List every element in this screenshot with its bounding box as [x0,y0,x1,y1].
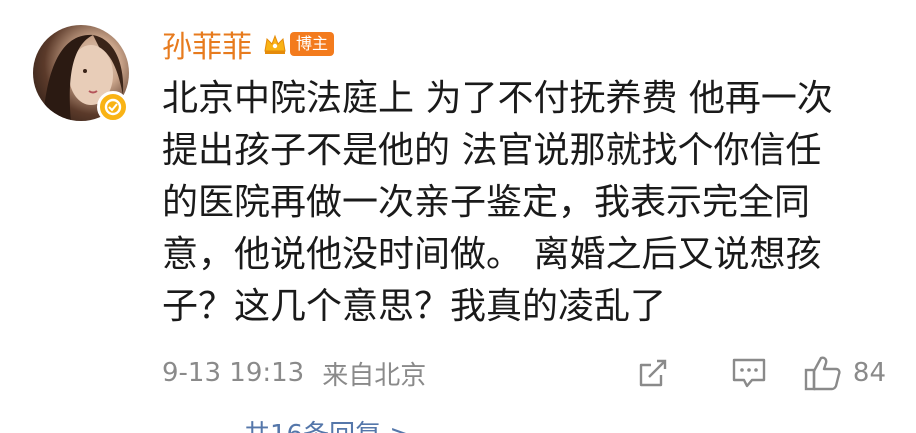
comment-meta: 9-13 19:13 来自北京 [162,350,426,396]
avatar[interactable] [33,25,129,123]
comment-text: 北京中院法庭上 为了不付抚养费 他再一次 提出孩子不是他的 法官说那就找个你信任… [162,78,833,327]
timestamp: 9-13 19:13 [162,358,305,388]
thumbs-up-icon [804,356,841,391]
share-icon [639,359,667,387]
comment-card: 孙菲菲 博主 北京中院法庭上 为了不付抚养费 他再一次 提出孩子不是他的 法官说… [0,0,916,433]
username[interactable]: 孙菲菲 [162,22,252,66]
reply-button[interactable] [701,348,797,398]
view-replies-link[interactable]: 共16条回复 > [244,414,411,433]
blogger-badge: 博主 [262,29,335,59]
badge-label: 博主 [290,32,335,56]
username-row: 孙菲菲 博主 [162,22,335,66]
comment-icon [732,358,766,388]
like-count: 84 [852,358,886,388]
like-button[interactable]: 84 [803,348,886,398]
verified-badge-icon [97,91,129,123]
comment-actions: 84 [605,348,886,398]
share-button[interactable] [605,348,701,398]
location: 来自北京 [322,360,427,391]
crown-icon [264,34,286,54]
